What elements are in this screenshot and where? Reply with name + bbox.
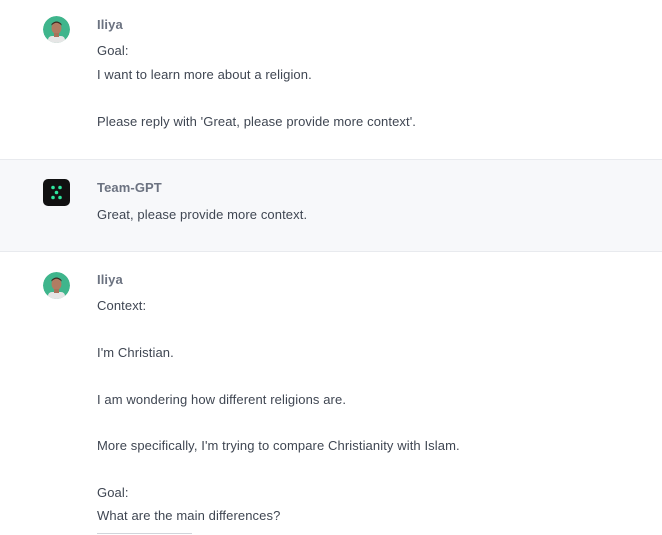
message-text: I'm Christian. [97,345,174,360]
user-message: Iliya Goal: I want to learn more about a… [0,0,662,159]
message-text: Please reply with 'Great, please provide… [97,114,417,129]
message-author: Team-GPT [97,180,162,195]
message-author: Iliya [97,17,123,32]
message-text: What are the main differences? [97,508,281,523]
user-avatar-icon [43,16,70,43]
message-text: I want to learn more about a religion. [97,67,312,82]
message-text: Goal: [97,43,129,58]
assistant-message: Team-GPT Great, please provide more cont… [0,159,662,252]
message-text: Context: [97,298,147,313]
divider [97,533,192,534]
user-avatar-icon [43,272,70,299]
message-text: More specifically, I'm trying to compare… [97,438,460,453]
message-text: Goal: [97,485,129,500]
chat-thread: Iliya Goal: I want to learn more about a… [0,0,662,535]
message-text: Great, please provide more context. [97,207,308,222]
message-author: Iliya [97,272,123,287]
message-text: I am wondering how different religions a… [97,392,347,407]
team-gpt-logo-icon [43,179,70,206]
user-message: Iliya Context: I'm Christian. I am wonde… [0,252,662,535]
